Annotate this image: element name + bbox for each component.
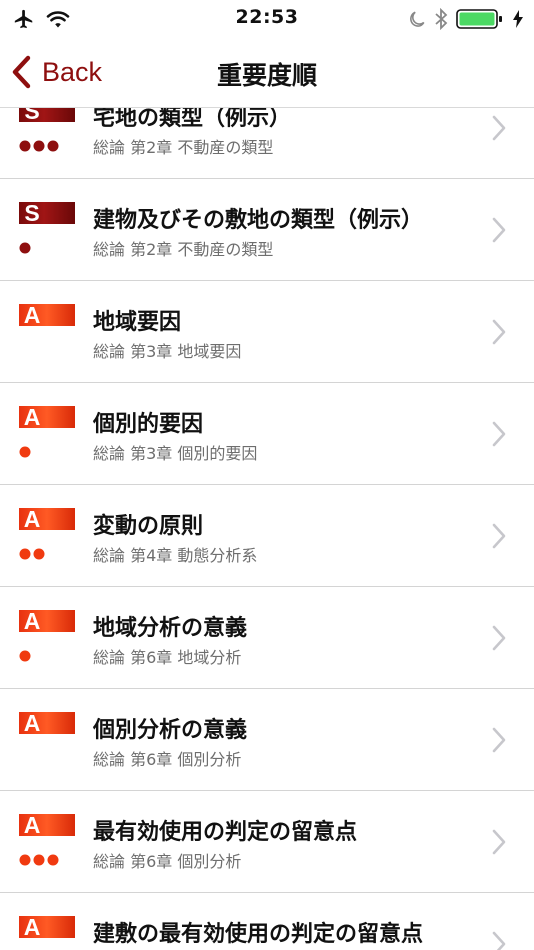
importance-dot (19, 242, 31, 254)
page-title: 重要度順 (216, 61, 317, 90)
item-subtitle: 総論 第2章 不動産の類型 (93, 240, 274, 259)
chevron-right-icon (492, 115, 506, 141)
chevron-right-icon (492, 727, 506, 753)
list-item[interactable]: A 個別分析の意義 総論 第6章 個別分析 (0, 689, 534, 791)
importance-dot (33, 854, 45, 866)
rank-badge-icon: A (19, 406, 75, 458)
navigation-bar: Back 重要度順 (0, 38, 534, 108)
importance-dot (47, 854, 59, 866)
item-title: 宅地の類型（例示） (93, 108, 292, 131)
rank-badge-icon: S (19, 108, 75, 152)
item-title: 最有効使用の判定の留意点 (93, 820, 358, 845)
item-title: 変動の原則 (93, 514, 204, 539)
charging-icon (513, 10, 523, 28)
importance-dot (33, 140, 45, 152)
rank-badge-letter: A (24, 406, 41, 430)
list-item[interactable]: S 建物及びその敷地の類型（例示） 総論 第2章 不動産の類型 (0, 179, 534, 281)
item-subtitle: 総論 第4章 動態分析系 (93, 546, 258, 565)
chevron-right-icon (492, 829, 506, 855)
chevron-right-icon (492, 931, 506, 950)
rank-badge-letter: A (24, 304, 41, 328)
rank-badge-letter: A (24, 508, 41, 532)
rank-badge-icon: A (19, 304, 75, 328)
item-title: 地域分析の意義 (93, 616, 248, 641)
item-title: 建物及びその敷地の類型（例示） (93, 208, 424, 233)
list-item[interactable]: A 個別的要因 総論 第3章 個別的要因 (0, 383, 534, 485)
rank-badge-letter: A (24, 916, 41, 940)
item-subtitle: 総論 第6章 地域分析 (93, 648, 242, 667)
chevron-right-icon (492, 319, 506, 345)
rank-badge-icon: A (19, 916, 75, 940)
chevron-right-icon (492, 523, 506, 549)
rank-badge-icon: A (19, 508, 75, 560)
list-item[interactable]: S 宅地の類型（例示） 総論 第2章 不動産の類型 (0, 108, 534, 179)
rank-badge-icon: A (19, 610, 75, 662)
chevron-right-icon (492, 217, 506, 243)
status-bar: 22:53 (0, 0, 534, 38)
item-subtitle: 総論 第3章 地域要因 (93, 342, 242, 361)
rank-badge-icon: A (19, 814, 75, 866)
importance-dot (19, 548, 31, 560)
importance-dot (19, 854, 31, 866)
item-subtitle: 総論 第6章 個別分析 (93, 750, 242, 769)
importance-dot (19, 140, 31, 152)
moon-icon (410, 11, 425, 27)
rank-badge-letter: S (24, 108, 39, 124)
rank-badge-letter: S (24, 202, 39, 226)
rank-badge-letter: A (24, 712, 41, 736)
rank-badge-icon: A (19, 712, 75, 736)
item-subtitle: 総論 第3章 個別的要因 (93, 444, 258, 463)
importance-dot (19, 650, 31, 662)
topic-list[interactable]: S 宅地の類型（例示） 総論 第2章 不動産の類型 S 建物及びその敷地の類型（… (0, 108, 534, 950)
bluetooth-icon (435, 8, 448, 30)
list-item[interactable]: A 建敷の最有効使用の判定の留意点 総論 第6章 個別分析 (0, 893, 534, 950)
chevron-right-icon (492, 625, 506, 651)
item-subtitle: 総論 第6章 個別分析 (93, 852, 242, 871)
rank-badge-letter: A (24, 610, 41, 634)
importance-dot (19, 446, 31, 458)
item-subtitle: 総論 第2章 不動産の類型 (93, 138, 274, 157)
list-item[interactable]: A 変動の原則 総論 第4章 動態分析系 (0, 485, 534, 587)
chevron-right-icon (492, 421, 506, 447)
importance-dot (47, 140, 59, 152)
item-title: 個別分析の意義 (93, 718, 248, 743)
battery-icon (456, 9, 502, 29)
topic-list-track: S 宅地の類型（例示） 総論 第2章 不動産の類型 S 建物及びその敷地の類型（… (0, 108, 534, 950)
item-title: 地域要因 (93, 310, 182, 335)
list-item[interactable]: A 地域要因 総論 第3章 地域要因 (0, 281, 534, 383)
list-item[interactable]: A 地域分析の意義 総論 第6章 地域分析 (0, 587, 534, 689)
rank-badge-letter: A (24, 814, 41, 838)
list-item[interactable]: A 最有効使用の判定の留意点 総論 第6章 個別分析 (0, 791, 534, 893)
item-title: 個別的要因 (93, 412, 204, 437)
importance-dot (33, 548, 45, 560)
item-title: 建敷の最有効使用の判定の留意点 (93, 922, 424, 947)
rank-badge-icon: S (19, 202, 75, 254)
